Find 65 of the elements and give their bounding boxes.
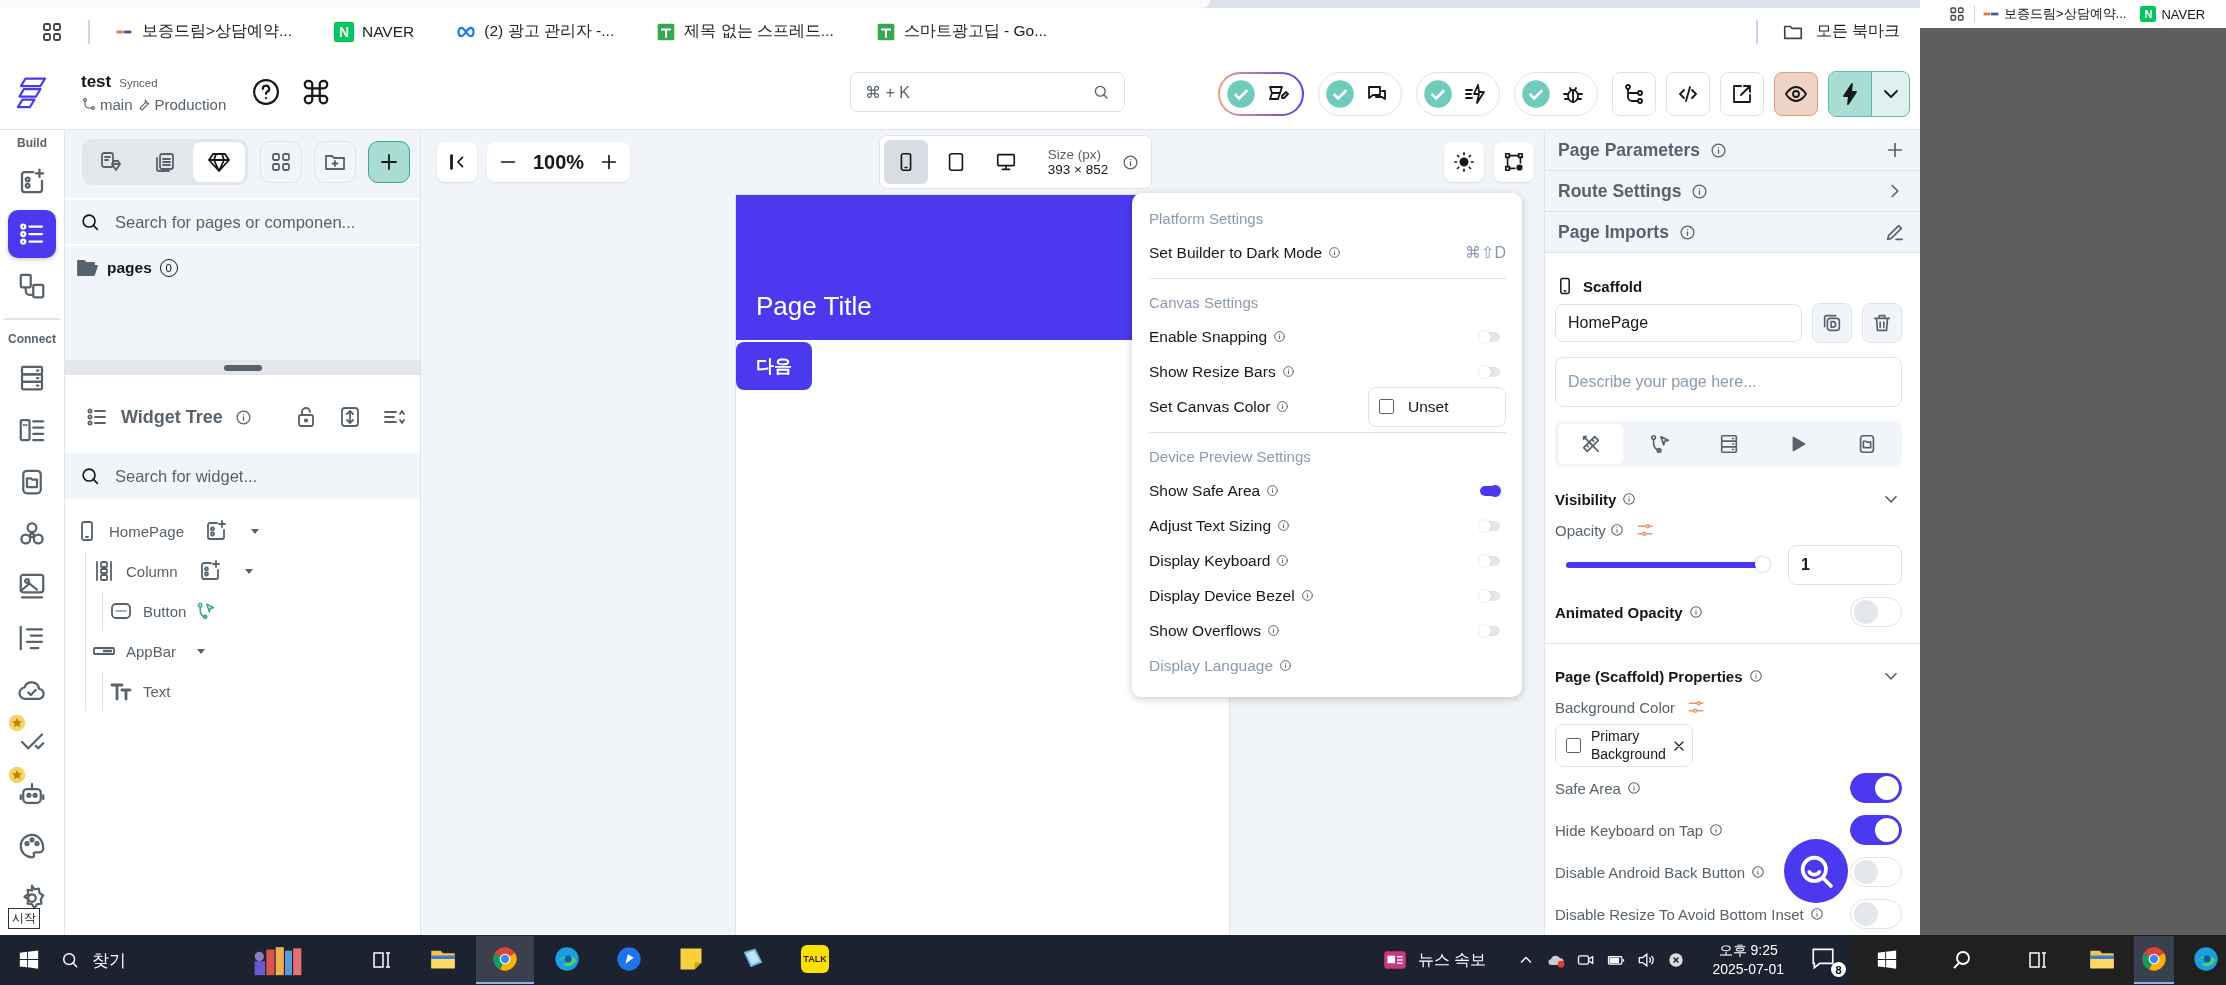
bookmark[interactable]: 스마트광고딥 - Go... [903,21,1048,42]
rail-section-label: Build [17,136,47,150]
widget-type: Scaffold [1583,277,1643,295]
news-headline[interactable]: 뉴스 속보 [1417,949,1487,971]
setting-label: Disable Resize To Avoid Bottom Inset [1555,905,1804,923]
tree-item[interactable]: Column [126,562,178,580]
notification-count: 8 [1831,962,1846,977]
bookmark[interactable]: (2) 광고 관리자 -... [484,21,615,42]
command-search-field[interactable]: ⌘ + K [850,72,1125,112]
rail-section-label: Connect [8,332,56,346]
taskbar-app[interactable]: TALK [786,936,844,984]
naver-favicon-icon: N [334,21,354,42]
section-title: Page (Scaffold) Properties [1555,667,1743,685]
menu-section-title: Device Preview Settings [1149,447,1312,467]
project-name: test [81,71,112,92]
zoom-level: 100% [533,150,585,174]
page-title[interactable]: Page Title [756,291,872,322]
start-tooltip: 시작 [8,908,40,929]
keyboard-shortcut: ⌘⇧D [1465,243,1506,262]
section-title[interactable]: Page Imports [1558,221,1669,243]
section-title: Visibility [1555,490,1617,508]
menu-item[interactable]: Display Device Bezel [1149,586,1295,605]
bookmark[interactable]: NAVER [362,22,415,41]
branch-name[interactable]: main [100,95,133,113]
field-label: Background Color [1555,698,1676,716]
menu-item[interactable]: Adjust Text Sizing [1149,516,1272,535]
clock-date[interactable]: 2025-07-01 [1712,960,1784,979]
setting-label: Hide Keyboard on Tap [1555,821,1704,839]
menu-item[interactable]: Display Keyboard [1149,551,1271,570]
kakaotalk-icon: TALK [801,945,829,973]
bookmark[interactable]: 제목 없는 스프레드... [684,21,834,42]
setting-label: Safe Area [1555,779,1621,797]
page-search-field[interactable]: Search for pages or componen... [65,198,420,246]
field-label: Opacity [1555,521,1606,539]
color-chip[interactable]: Primary Background [1555,724,1693,767]
color-field[interactable]: Unset [1368,386,1506,427]
menu-item[interactable]: Show Safe Area [1149,481,1261,500]
taskbar-search-field[interactable]: 찾기 [60,948,340,972]
clock-time[interactable]: 오후 9:25 [1718,941,1778,960]
size-label: Size (px) [1047,147,1103,162]
setting-label: Animated Opacity [1555,603,1683,621]
widget-search-field[interactable]: Search for widget... [65,453,420,499]
tree-item[interactable]: AppBar [126,642,177,660]
menu-item[interactable]: Set Canvas Color [1149,397,1271,416]
menu-item[interactable]: Show Resize Bars [1149,362,1276,381]
description-field[interactable]: Describe your page here... [1555,357,1902,407]
menu-item[interactable]: Show Overflows [1149,621,1261,640]
all-bookmarks-link[interactable]: 모든 북마크 [1815,21,1900,42]
panel-title: Widget Tree [121,406,223,428]
tree-item[interactable]: Text [143,682,171,700]
naver-favicon-icon: N [2140,6,2157,22]
opacity-field[interactable]: 1 [1788,545,1902,585]
size-value: 393 × 852 [1047,162,1109,177]
page-name-field[interactable]: HomePage [1555,304,1802,342]
environment-name[interactable]: Production [154,95,227,113]
bookmark[interactable]: NAVER [2161,6,2206,22]
next-button[interactable]: 다음 [736,342,812,390]
bookmark[interactable]: 보증드림>상담예약... [142,21,292,42]
tree-item[interactable]: HomePage [109,522,185,540]
setting-label: Disable Android Back Button [1555,863,1746,881]
section-title[interactable]: Route Settings [1558,180,1682,202]
tree-item[interactable]: Button [143,602,187,620]
folder-item[interactable]: pages [107,259,152,277]
sync-status: Synced [119,76,158,89]
bookmark[interactable]: 보증드림>상담예약... [2004,5,2127,23]
